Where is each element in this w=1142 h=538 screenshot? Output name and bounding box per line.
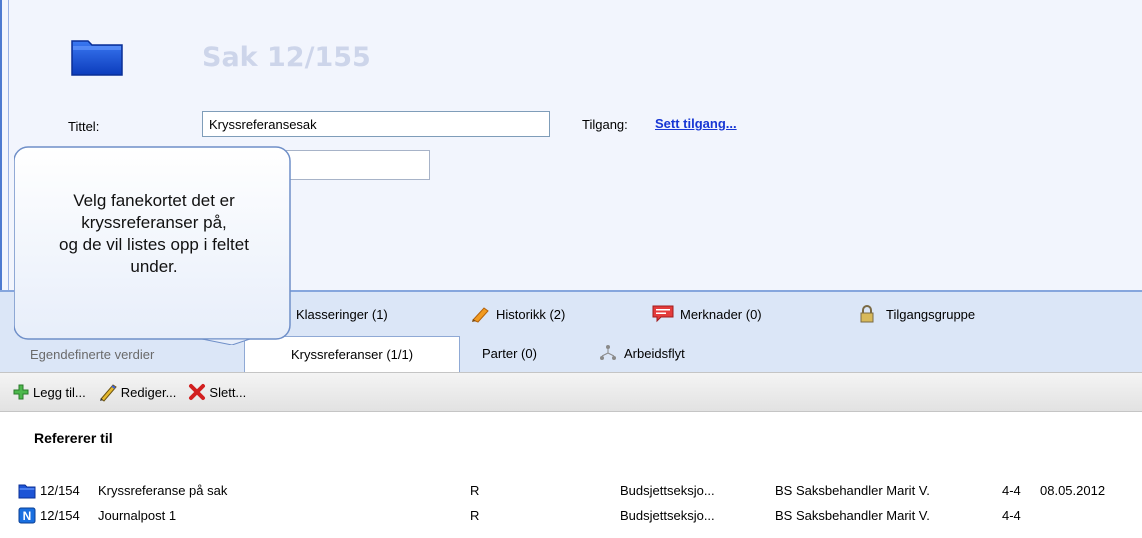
edit-button[interactable]: Rediger... [98,382,177,402]
tab-parter[interactable]: Parter (0) [482,336,537,370]
tab-historikk[interactable]: Historikk (2) [470,299,565,329]
row-number: 4-4 [1002,483,1021,498]
tooltip-line: kryssreferanser på, [81,213,227,232]
tab-label: Kryssreferanser (1/1) [290,347,414,362]
edit-label: Rediger... [120,384,177,400]
tab-tilgangsgruppe[interactable]: Tilgangsgruppe [858,299,975,329]
tab-label: Arbeidsflyt [624,345,685,361]
tooltip-line: og de vil listes opp i feltet [59,235,249,254]
row-id: 12/154 [40,508,80,523]
row-title: Journalpost 1 [98,508,177,523]
row-id: 12/154 [40,483,80,498]
toolbar: Legg til... Rediger... Slett... [0,372,1142,412]
delete-button[interactable]: Slett... [188,383,246,401]
folder-icon [18,484,36,499]
tab-label: Merknader (0) [680,306,762,322]
tab-klasseringer[interactable]: Klasseringer (1) [296,299,388,329]
row-date: 08.05.2012 [1040,483,1106,498]
case-title: Sak 12/155 [202,42,371,73]
list-item[interactable]: 12/154 Kryssreferanse på sak R Budsjetts… [18,480,1142,502]
svg-text:N: N [23,509,32,523]
title-label: Tittel: [68,119,100,134]
tab-merknader[interactable]: Merknader (0) [652,299,762,329]
row-handler: BS Saksbehandler Marit V. [775,508,930,523]
tooltip-text: Velg fanekortet det er kryssreferanser p… [14,190,294,278]
pencil-icon [99,384,117,402]
add-button[interactable]: Legg til... [12,383,86,401]
tooltip-line: Velg fanekortet det er [73,191,235,210]
title-input[interactable] [202,111,550,137]
lock-icon [860,305,874,323]
tab-label: Tilgangsgruppe [886,306,976,322]
tab-arbeidsflyt[interactable]: Arbeidsflyt [598,336,685,370]
tab-label: Parter (0) [482,345,537,361]
row-unit: Budsjettseksjo... [620,483,715,498]
folder-icon [71,40,123,76]
secondary-field[interactable] [282,150,430,180]
workflow-icon [600,345,616,360]
set-access-link[interactable]: Sett tilgang... [655,116,737,131]
row-code: R [470,508,480,523]
delete-x-icon [189,384,206,400]
comment-icon [652,305,674,323]
tab-label: Egendefinerte verdier [30,347,155,362]
pencil-history-icon [472,307,489,323]
add-label: Legg til... [33,384,86,400]
list-item[interactable]: N 12/154 Journalpost 1 R Budsjettseksjo.… [18,505,1142,527]
row-unit: Budsjettseksjo... [620,508,715,523]
tab-label: Klasseringer (1) [296,306,388,322]
access-label: Tilgang: [582,117,628,132]
delete-label: Slett... [209,384,247,400]
list-header: Refererer til [34,430,113,446]
plus-icon [13,384,29,400]
row-number: 4-4 [1002,508,1021,523]
tab-label: Historikk (2) [496,306,566,322]
tooltip-line: under. [130,257,178,276]
row-title: Kryssreferanse på sak [98,483,228,498]
row-code: R [470,483,480,498]
row-handler: BS Saksbehandler Marit V. [775,483,930,498]
journal-note-icon: N [18,507,36,524]
